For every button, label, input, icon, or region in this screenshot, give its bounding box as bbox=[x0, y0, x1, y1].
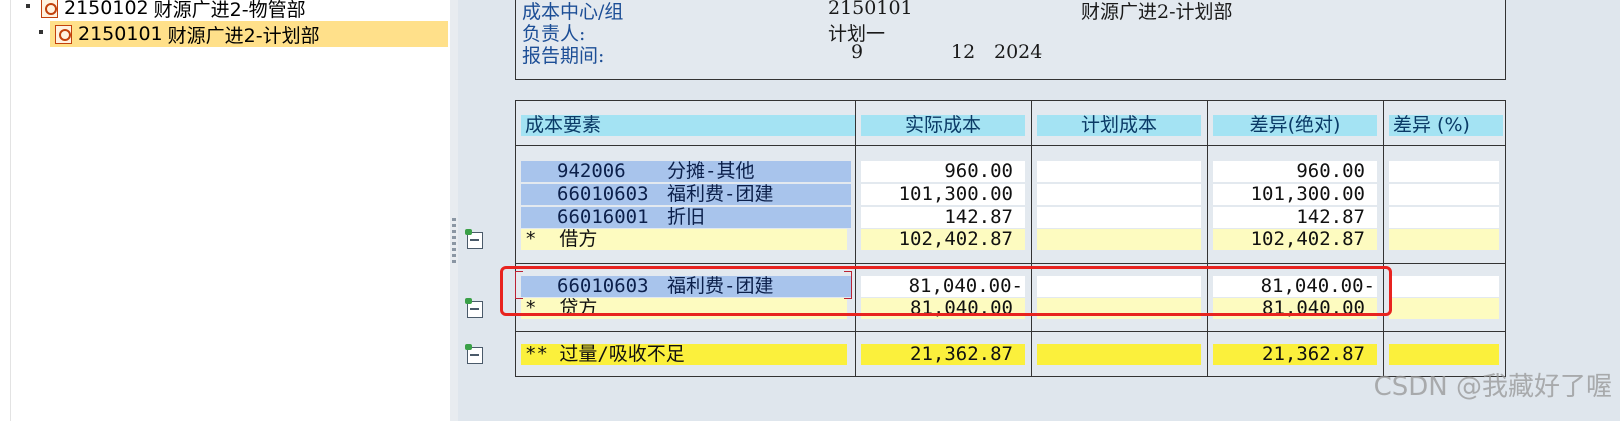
tree-node-name: 财源广进2-计划部 bbox=[167, 24, 320, 47]
grand-total-variance[interactable]: 21,362.87 bbox=[1213, 344, 1377, 365]
cost-report-grid: 成本要素 实际成本 计划成本 差异(绝对) 差异 (%) 942006 分摊-其他… bbox=[515, 100, 1506, 377]
column-header-plan[interactable]: 计划成本 bbox=[1037, 115, 1201, 136]
column-header-variance-pct[interactable]: 差异 (%) bbox=[1389, 115, 1503, 136]
grand-total-label: ** 过量/吸收不足 bbox=[521, 344, 847, 365]
element-code: 66010603 bbox=[557, 184, 649, 205]
debit-total-variance[interactable]: 102,402.87 bbox=[1213, 229, 1377, 250]
tree-node-code: 2150102 bbox=[64, 0, 149, 19]
tree-node-2150101[interactable]: 2150101 财源广进2-计划部 bbox=[39, 21, 448, 47]
period-to: 12 bbox=[951, 41, 976, 63]
cost-center-tree: 2150102 财源广进2-物管部 2150101 财源广进2-计划部 bbox=[0, 0, 451, 421]
actual-cost-cell[interactable]: 142.87 bbox=[861, 207, 1025, 228]
drilldown-icon[interactable] bbox=[465, 344, 485, 364]
cost-center-code: 2150101 bbox=[828, 0, 913, 19]
element-name: 分摊-其他 bbox=[667, 161, 755, 182]
table-row-element[interactable]: 66016001 折旧 bbox=[521, 207, 851, 228]
element-name: 福利费-团建 bbox=[667, 184, 774, 205]
actual-cost-cell[interactable]: 101,300.00 bbox=[861, 184, 1025, 205]
splitter-grip-icon[interactable] bbox=[452, 218, 456, 266]
drilldown-icon[interactable] bbox=[465, 298, 485, 318]
tree-bullet-icon bbox=[39, 30, 43, 34]
table-row-element[interactable]: 66010603 福利费-团建 bbox=[521, 184, 851, 205]
debit-total-actual[interactable]: 102,402.87 bbox=[861, 229, 1025, 250]
cost-center-node-icon bbox=[54, 24, 74, 44]
variance-pct-cell[interactable] bbox=[1389, 276, 1499, 297]
column-header-element[interactable]: 成本要素 bbox=[521, 115, 855, 136]
element-code: 942006 bbox=[557, 161, 626, 182]
variance-abs-cell[interactable]: 142.87 bbox=[1213, 207, 1377, 228]
grand-total-actual[interactable]: 21,362.87 bbox=[861, 344, 1025, 365]
variance-abs-cell[interactable]: 101,300.00 bbox=[1213, 184, 1377, 205]
annotation-highlight-box bbox=[500, 266, 1392, 316]
variance-pct-cell[interactable] bbox=[1389, 161, 1499, 182]
plan-cost-cell[interactable] bbox=[1037, 161, 1201, 182]
watermark: CSDN @我藏好了喔 bbox=[1373, 372, 1612, 402]
period-label: 报告期间: bbox=[522, 45, 605, 67]
plan-cost-cell[interactable] bbox=[1037, 207, 1201, 228]
report-header: 成本中心/组 2150101 财源广进2-计划部 负责人: 计划一 报告期间: … bbox=[515, 0, 1506, 80]
variance-pct-cell[interactable] bbox=[1389, 207, 1499, 228]
debit-total-plan[interactable] bbox=[1037, 229, 1201, 250]
debit-total-pct[interactable] bbox=[1389, 229, 1499, 250]
panel-splitter[interactable] bbox=[450, 0, 458, 421]
plan-cost-cell[interactable] bbox=[1037, 184, 1201, 205]
cost-center-name: 财源广进2-计划部 bbox=[1081, 1, 1233, 23]
variance-pct-cell[interactable] bbox=[1389, 184, 1499, 205]
drilldown-icon[interactable] bbox=[465, 229, 485, 249]
period-from: 9 bbox=[851, 41, 864, 63]
grand-total-pct[interactable] bbox=[1389, 344, 1499, 365]
tree-node-name: 财源广进2-物管部 bbox=[153, 0, 306, 21]
actual-cost-cell[interactable]: 960.00 bbox=[861, 161, 1025, 182]
column-header-variance-abs[interactable]: 差异(绝对) bbox=[1213, 115, 1377, 136]
column-header-actual[interactable]: 实际成本 bbox=[861, 115, 1025, 136]
period-year: 2024 bbox=[994, 41, 1043, 63]
element-name: 折旧 bbox=[667, 207, 706, 228]
tree-bullet-icon bbox=[26, 4, 30, 8]
tree-node-2150102[interactable]: 2150102 财源广进2-物管部 bbox=[26, 0, 306, 21]
credit-total-pct[interactable] bbox=[1389, 298, 1499, 319]
tree-area bbox=[10, 0, 451, 421]
tree-node-code: 2150101 bbox=[78, 23, 163, 45]
variance-abs-cell[interactable]: 960.00 bbox=[1213, 161, 1377, 182]
element-code: 66016001 bbox=[557, 207, 649, 228]
grand-total-plan[interactable] bbox=[1037, 344, 1201, 365]
debit-total-label: * 借方 bbox=[521, 229, 847, 250]
table-row-element[interactable]: 942006 分摊-其他 bbox=[521, 161, 851, 182]
cost-center-node-icon bbox=[40, 0, 60, 18]
